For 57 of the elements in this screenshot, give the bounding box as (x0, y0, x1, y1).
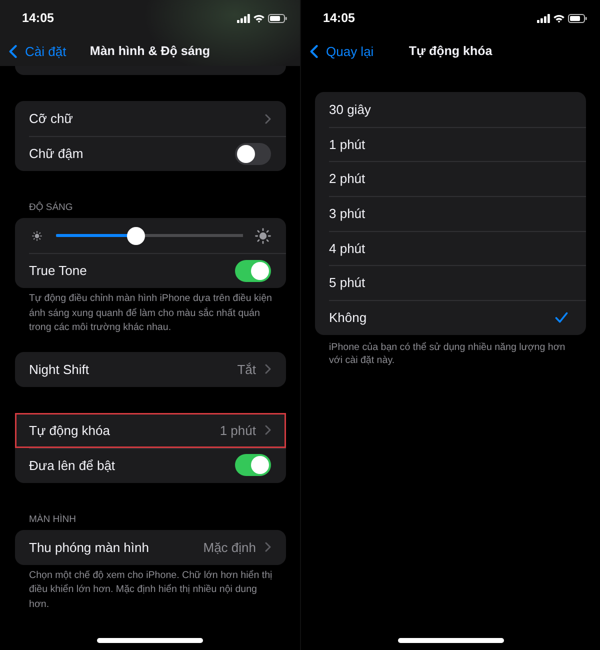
settings-row[interactable]: Thu phóng màn hình Mặc định (15, 530, 286, 564)
section-header: MÀN HÌNH (28, 512, 77, 526)
sun-small-icon (32, 230, 42, 240)
option-label: 5 phút (329, 275, 366, 290)
status-time: 14:05 (323, 11, 355, 25)
settings-row[interactable]: Cỡ chữ (15, 101, 286, 136)
chevron-right-icon (265, 364, 271, 374)
row-label: Cỡ chữ (29, 111, 73, 126)
row-label: Đưa lên để bật (29, 458, 116, 472)
status-time: 14:05 (22, 11, 54, 25)
option-label: 4 phút (329, 240, 366, 256)
row-label: Thu phóng màn hình (29, 540, 149, 554)
option-row[interactable]: Không (315, 300, 586, 335)
chevron-right-icon (265, 425, 271, 435)
option-label: Không (329, 310, 367, 325)
option-row[interactable]: 30 giây (315, 92, 586, 127)
toggle-switch[interactable] (235, 454, 271, 476)
option-label: 1 phút (329, 136, 366, 152)
nav-title: Tự động khóa (408, 44, 492, 58)
option-row[interactable]: 2 phút (315, 161, 586, 196)
chevron-right-icon (265, 114, 271, 124)
wifi-icon (253, 14, 265, 22)
row-value: Tắt (237, 362, 256, 376)
option-label: 2 phút (329, 171, 366, 186)
section-footer-text: Chọn một chế độ xem cho iPhone. Chữ lớn hơn hiển thị điều khiển lớn hơn. Mặc định hiển thị nhiều nội dung hơn. (28, 568, 274, 612)
section-footer-text: Tự động điều chỉnh màn hình iPhone dựa trên điều kiện ánh sáng xung quanh để làm cho màu sắc nhất quán trong các môi trường khác nhau. (28, 292, 273, 335)
slider-thumb[interactable] (127, 226, 146, 244)
signal-icon (537, 14, 550, 22)
row-label: Night Shift (29, 362, 89, 376)
section-footer-text: iPhone của bạn có thể sử dụng nhiều năng lượng hơn với cài đặt này. (328, 340, 566, 368)
wifi-icon (553, 14, 565, 22)
back-button[interactable]: Cài đặt (0, 39, 66, 63)
settings-row[interactable]: Night Shift Tắt (15, 352, 286, 386)
chevron-left-icon (310, 44, 318, 58)
option-row[interactable]: 1 phút (315, 126, 586, 162)
chevron-right-icon (265, 542, 271, 552)
row-value: Mặc định (203, 540, 256, 554)
option-row[interactable]: 5 phút (315, 265, 586, 300)
row-label: Chữ đậm (29, 146, 84, 161)
sun-large-icon (255, 228, 271, 244)
option-label: 30 giây (329, 102, 371, 117)
nav-title: Màn hình & Độ sáng (90, 44, 210, 58)
chevron-left-icon (9, 44, 17, 58)
toggle-switch[interactable] (235, 260, 271, 282)
option-row[interactable]: 3 phút (315, 196, 586, 231)
signal-icon (237, 14, 250, 22)
back-button[interactable]: Quay lại (301, 39, 374, 63)
row-value: 1 phút (220, 422, 256, 438)
section-header: ĐỘ SÁNG (28, 200, 74, 215)
row-label: Tự động khóa (29, 422, 110, 438)
battery-icon (268, 14, 287, 22)
option-label: 3 phút (329, 206, 366, 221)
row-label: True Tone (29, 263, 87, 278)
settings-row[interactable]: Tự động khóa 1 phút (15, 412, 286, 448)
option-row[interactable]: 4 phút (315, 230, 586, 266)
battery-icon (568, 14, 587, 22)
toggle-switch[interactable] (235, 142, 271, 164)
